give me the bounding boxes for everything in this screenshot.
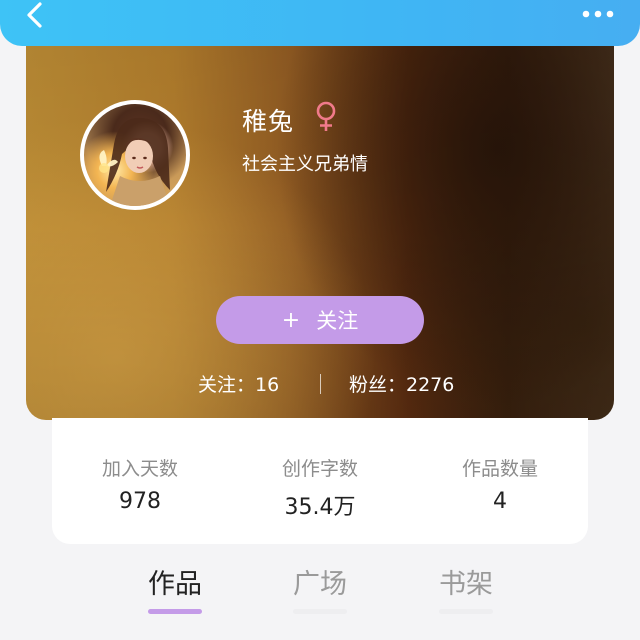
user-bio: 社会主义兄弟情	[242, 154, 368, 175]
follow-button-label: 关注	[316, 309, 359, 333]
tab-bookshelf-indicator	[439, 609, 493, 614]
more-dots-icon	[582, 10, 614, 18]
follow-button[interactable]: + 关注	[216, 296, 424, 344]
avatar[interactable]	[80, 100, 190, 210]
content-tabs: 作品 广场 书架	[0, 560, 640, 620]
top-bar	[0, 0, 640, 46]
stat-value: 4	[493, 489, 507, 514]
stat-label: 作品数量	[461, 458, 538, 480]
chevron-left-icon	[27, 2, 42, 28]
stat-works-count: 作品数量 4	[420, 454, 580, 514]
stat-value: 35.4万	[284, 495, 356, 520]
following-count[interactable]: 关注：16	[198, 370, 279, 397]
fans-count[interactable]: 粉丝：2276	[349, 370, 454, 397]
plus-icon: +	[281, 307, 301, 333]
tab-square[interactable]: 广场	[270, 562, 370, 601]
more-button[interactable]	[578, 4, 622, 24]
tab-bookshelf[interactable]: 书架	[416, 562, 516, 601]
card-background	[26, 28, 614, 420]
stats-card: 加入天数 978 创作字数 35.4万 作品数量 4	[52, 418, 588, 544]
female-symbol-icon	[314, 100, 338, 134]
stat-value: 978	[119, 489, 161, 514]
tab-works-indicator	[148, 609, 202, 614]
back-button[interactable]	[14, 0, 54, 38]
stat-label: 加入天数	[101, 458, 178, 480]
tab-square-indicator	[293, 609, 347, 614]
stat-join-days: 加入天数 978	[60, 454, 220, 514]
follow-counts: 关注：16 粉丝：2276	[26, 370, 614, 400]
avatar-illustration	[99, 117, 170, 206]
tab-works[interactable]: 作品	[125, 562, 225, 601]
stat-label: 创作字数	[281, 458, 358, 480]
stat-word-count: 创作字数 35.4万	[240, 454, 400, 521]
profile-header-card: 稚兔 社会主义兄弟情 + 关注 关注：16 粉丝：2276	[26, 28, 614, 420]
username: 稚兔	[242, 107, 295, 136]
counts-divider	[320, 374, 321, 394]
